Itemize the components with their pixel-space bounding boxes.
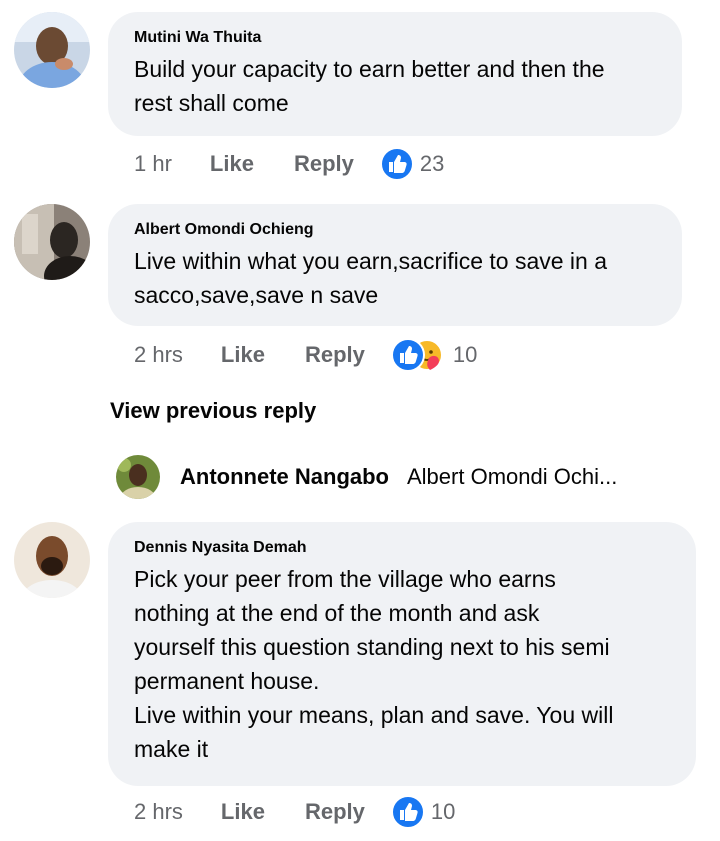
reply-button[interactable]: Reply: [305, 799, 365, 825]
comment-line: permanent house.: [134, 668, 320, 694]
comment-line: nothing at the end of the month and ask: [134, 600, 540, 626]
comment-thread: Mutini Wa Thuita Build your capacity to …: [0, 0, 720, 841]
reaction-count: 10: [452, 342, 478, 367]
comment-line: rest shall come: [134, 90, 289, 116]
reaction-icons: [390, 338, 447, 372]
comment-author[interactable]: Dennis Nyasita Demah: [134, 538, 674, 558]
comment-line: Build your capacity to earn better and t…: [134, 56, 605, 82]
reaction-count: 23: [419, 151, 445, 176]
reaction-summary[interactable]: 23: [379, 147, 445, 181]
reaction-count: 10: [430, 799, 456, 824]
reply-text: Albert Omondi Ochi...: [407, 464, 618, 489]
comment-line: Live within your means, plan and save. Y…: [134, 702, 614, 728]
comment-time[interactable]: 1 hr: [134, 151, 172, 177]
comment-bubble: Albert Omondi Ochieng Live within what y…: [108, 204, 682, 326]
comment-author[interactable]: Mutini Wa Thuita: [134, 28, 660, 48]
comment-line: yourself this question standing next to …: [134, 634, 610, 660]
avatar[interactable]: [116, 455, 160, 499]
avatar[interactable]: [14, 204, 90, 280]
comment-time[interactable]: 2 hrs: [134, 342, 183, 368]
avatar[interactable]: [14, 522, 90, 598]
reply-author[interactable]: Antonnete Nangabo: [180, 464, 389, 490]
like-icon: [390, 338, 425, 372]
comment-author[interactable]: Albert Omondi Ochieng: [134, 220, 660, 240]
reply-button[interactable]: Reply: [294, 151, 354, 177]
comment-bubble: Dennis Nyasita Demah Pick your peer from…: [108, 522, 696, 786]
comment-line: sacco,save,save n save: [134, 282, 379, 308]
comment-bubble: Mutini Wa Thuita Build your capacity to …: [108, 12, 682, 136]
comment-text: Pick your peer from the village who earn…: [134, 562, 674, 766]
like-button[interactable]: Like: [210, 151, 254, 177]
comment-line: Pick your peer from the village who earn…: [134, 566, 556, 592]
comment-time[interactable]: 2 hrs: [134, 799, 183, 825]
reaction-summary[interactable]: 10: [390, 338, 478, 372]
comment-actions: 2 hrs Like Reply 10: [134, 794, 455, 830]
avatar[interactable]: [14, 12, 90, 88]
comment-line: make it: [134, 736, 209, 762]
comment-line: Live within what you earn,sacrifice to s…: [134, 248, 608, 274]
like-icon: [379, 147, 414, 181]
like-button[interactable]: Like: [221, 799, 265, 825]
reply-button[interactable]: Reply: [305, 342, 365, 368]
reply-preview[interactable]: Antonnete Nangabo Albert Omondi Ochi...: [116, 452, 676, 502]
comment-text: Build your capacity to earn better and t…: [134, 52, 660, 120]
comment-actions: 1 hr Like Reply 23: [134, 146, 444, 182]
like-button[interactable]: Like: [221, 342, 265, 368]
reaction-summary[interactable]: 10: [390, 795, 456, 829]
comment-text: Live within what you earn,sacrifice to s…: [134, 244, 660, 312]
comment-actions: 2 hrs Like Reply 10: [134, 337, 477, 373]
like-icon: [390, 795, 425, 829]
view-previous-reply-link[interactable]: View previous reply: [110, 398, 316, 424]
